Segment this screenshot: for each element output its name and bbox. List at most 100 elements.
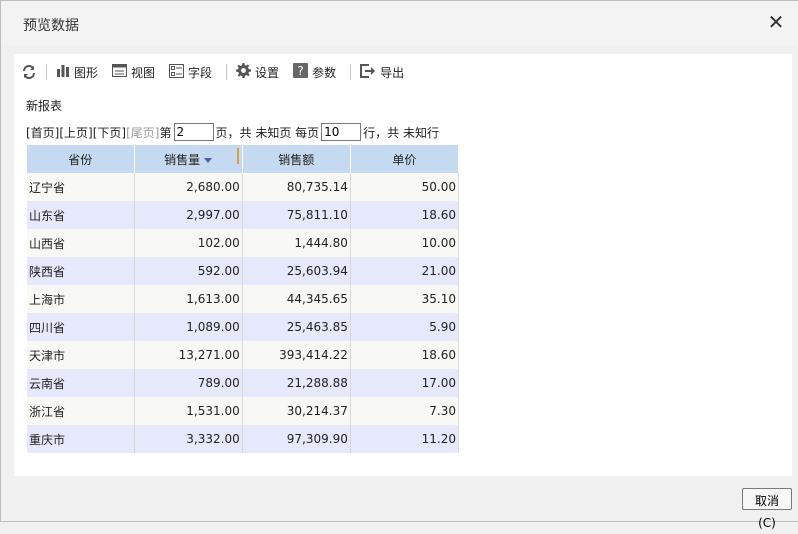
preview-data-dialog: 预览数据 ✕ 图形 视图 字段 设置 ? 参数 导出 新报表 [首页] [上页]… [0,0,798,530]
table-row: 云南省 789.00 21,288.88 17.00 [27,369,460,397]
cell-sales-amount: 1,444.80 [242,229,351,257]
refresh-icon[interactable] [22,61,36,83]
cell-unit-price: 18.60 [350,341,460,369]
toolbar-settings-label: 设置 [255,65,280,80]
rows-per-page-input[interactable] [321,123,362,141]
cell-unit-price: 11.20 [350,425,460,453]
column-header-sales-amount[interactable]: 销售额 [242,145,351,173]
column-resize-handle[interactable] [237,148,239,164]
cell-province: 重庆市 [27,425,135,453]
toolbar-view-label: 视图 [131,65,156,80]
table-header-row: 省份 销售量 销售额 单价 [27,145,460,173]
table-row: 重庆市 3,332.00 97,309.90 11.20 [27,425,460,453]
toolbar-export-label: 导出 [380,65,405,80]
toolbar-view-button[interactable]: 视图 [112,61,155,83]
column-header-label: 省份 [68,152,93,167]
cell-sales-amount: 75,811.10 [242,201,351,229]
cell-province: 陕西省 [27,257,135,285]
cell-province: 山西省 [27,229,135,257]
cell-unit-price: 10.00 [350,229,460,257]
pager-page-suffix: 页，共 未知页 每页 [215,125,320,140]
cell-province: 上海市 [27,285,135,313]
data-table: 省份 销售量 销售额 单价 辽宁省 2,680.00 80,735.14 50.00 山… [27,145,460,453]
cell-sales-volume: 1,089.00 [134,313,243,341]
table-row: 浙江省 1,531.00 30,214.37 7.30 [27,397,460,425]
column-header-label: 销售额 [278,152,315,167]
table-row: 四川省 1,089.00 25,463.85 5.90 [27,313,460,341]
toolbar-settings-button[interactable]: 设置 [236,61,279,83]
dialog-title: 预览数据 [23,18,79,34]
table-row: 陕西省 592.00 25,603.94 21.00 [27,257,460,285]
cell-sales-volume: 13,271.00 [134,341,243,369]
cell-province: 云南省 [27,369,135,397]
cell-sales-amount: 21,288.88 [242,369,351,397]
cell-province: 辽宁省 [27,173,135,201]
sort-desc-icon [204,157,213,163]
cell-sales-volume: 592.00 [134,257,243,285]
cell-sales-amount: 393,414.22 [242,341,351,369]
cell-sales-amount: 97,309.90 [242,425,351,453]
column-header-unit-price[interactable]: 单价 [350,145,460,173]
toolbar-export-button[interactable]: 导出 [360,61,404,83]
cell-sales-amount: 44,345.65 [242,285,351,313]
cell-province: 山东省 [27,201,135,229]
toolbar-params-button[interactable]: ? 参数 [293,61,336,83]
toolbar-field-button[interactable]: 字段 [169,61,212,83]
cell-province: 四川省 [27,313,135,341]
cancel-button[interactable]: 取消(C) [742,488,792,530]
column-header-label: 单价 [392,152,417,167]
toolbar: 图形 视图 字段 设置 ? 参数 导出 [14,60,792,84]
column-header-province[interactable]: 省份 [27,145,135,173]
cell-unit-price: 35.10 [350,285,460,313]
bar-chart-icon [56,64,70,80]
field-icon [169,63,185,81]
toolbar-divider [226,64,228,80]
table-row: 上海市 1,613.00 44,345.65 35.10 [27,285,460,313]
cell-sales-amount: 25,603.94 [242,257,351,285]
toolbar-chart-button[interactable]: 图形 [56,61,98,83]
view-icon [112,64,128,80]
pager-last-link: [尾页] [126,125,160,140]
cell-sales-volume: 1,531.00 [134,397,243,425]
cell-sales-amount: 80,735.14 [242,173,351,201]
table-row: 辽宁省 2,680.00 80,735.14 50.00 [27,173,460,201]
cell-unit-price: 18.60 [350,201,460,229]
gear-icon [236,63,252,81]
svg-text:?: ? [297,64,303,78]
cell-sales-volume: 1,613.00 [134,285,243,313]
toolbar-chart-label: 图形 [74,65,99,80]
cell-unit-price: 50.00 [350,173,460,201]
pager-first-link[interactable]: [首页] [26,124,59,141]
cell-sales-amount: 30,214.37 [242,397,351,425]
cell-sales-volume: 789.00 [134,369,243,397]
pager-prev-link[interactable]: [上页] [59,124,92,141]
page-number-input[interactable] [173,123,214,141]
cell-unit-price: 7.30 [350,397,460,425]
cell-unit-price: 21.00 [350,257,460,285]
cell-unit-price: 5.90 [350,313,460,341]
dialog-titlebar: 预览数据 ✕ [1,1,798,45]
cell-unit-price: 17.00 [350,369,460,397]
pager-next-link[interactable]: [下页] [93,124,126,141]
cell-sales-volume: 2,680.00 [134,173,243,201]
pager-rows-suffix: 行，共 未知行 [363,125,439,140]
toolbar-divider [46,64,47,80]
table-row: 山西省 102.00 1,444.80 10.00 [27,229,460,257]
pager: [首页] [上页] [下页] [尾页] 第 页，共 未知页 每页 行，共 未知行 [26,123,439,141]
preview-panel: 图形 视图 字段 设置 ? 参数 导出 新报表 [首页] [上页] [下页] [… [14,54,792,476]
cell-sales-amount: 25,463.85 [242,313,351,341]
pager-page-prefix: 第 [159,125,172,140]
cell-sales-volume: 3,332.00 [134,425,243,453]
cell-sales-volume: 102.00 [134,229,243,257]
close-icon[interactable]: ✕ [766,12,786,32]
cell-sales-volume: 2,997.00 [134,201,243,229]
toolbar-divider [350,64,352,80]
report-name: 新报表 [26,99,63,113]
toolbar-field-label: 字段 [188,65,213,80]
column-header-label: 销售量 [164,152,201,167]
column-header-sales-volume[interactable]: 销售量 [134,145,243,173]
export-icon [360,63,376,81]
cell-province: 天津市 [27,341,135,369]
cell-province: 浙江省 [27,397,135,425]
question-icon: ? [293,63,309,81]
